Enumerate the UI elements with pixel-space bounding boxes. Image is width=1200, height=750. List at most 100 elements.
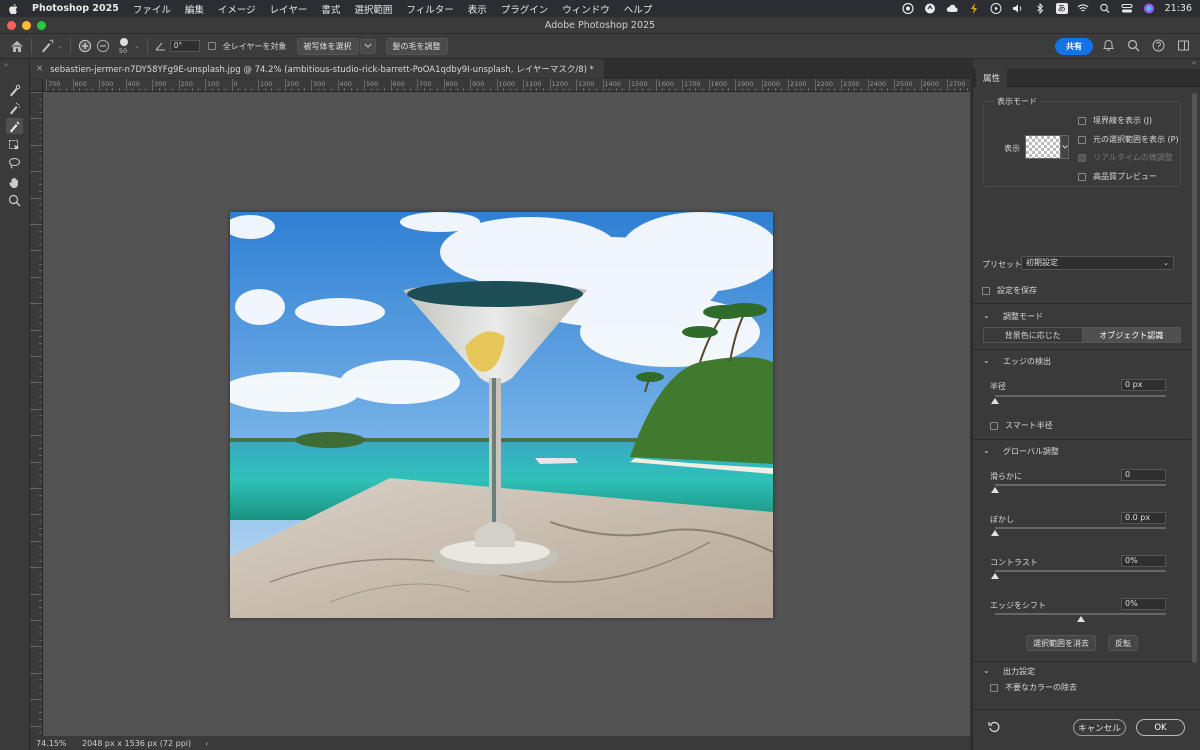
- show-edge-checkbox[interactable]: 境界線を表示 (J): [1078, 115, 1152, 126]
- menu-type[interactable]: 書式: [321, 2, 340, 16]
- save-settings-checkbox[interactable]: 設定を保存: [982, 285, 1037, 296]
- quick-selection-brush-tool[interactable]: [6, 82, 23, 98]
- cancel-button[interactable]: キャンセル: [1073, 719, 1126, 736]
- clock[interactable]: 21:36: [1165, 3, 1192, 14]
- clear-selection-button[interactable]: 選択範囲を消去: [1026, 635, 1096, 651]
- refine-edge-brush-tool[interactable]: [6, 100, 23, 116]
- preset-select[interactable]: 初期設定 ⌄: [1021, 256, 1174, 270]
- high-quality-preview-checkbox[interactable]: 高品質プレビュー: [1078, 171, 1157, 182]
- reset-icon[interactable]: [988, 721, 1000, 736]
- radius-input[interactable]: 0 px: [1121, 379, 1166, 391]
- close-window-button[interactable]: [7, 21, 16, 30]
- search-icon[interactable]: [1127, 39, 1140, 52]
- shift-edge-input[interactable]: 0%: [1121, 598, 1166, 610]
- quick-selection-tool-icon[interactable]: [39, 39, 55, 53]
- spotlight-icon[interactable]: [1099, 3, 1112, 14]
- menu-window[interactable]: ウィンドウ: [562, 2, 610, 16]
- share-button[interactable]: 共有: [1055, 38, 1093, 55]
- minimize-window-button[interactable]: [22, 21, 31, 30]
- app-menu[interactable]: Photoshop 2025: [32, 3, 119, 14]
- global-refinements-header[interactable]: ⌄ グローバル調整: [973, 446, 1191, 460]
- menu-image[interactable]: イメージ: [218, 2, 256, 16]
- contrast-slider-track[interactable]: [995, 570, 1166, 572]
- zoom-window-button[interactable]: [37, 21, 46, 30]
- lasso-tool[interactable]: [6, 155, 23, 171]
- document-tab[interactable]: × sebastien-jermer-n7DY58YFg9E-unsplash.…: [30, 59, 604, 78]
- refine-hair-button[interactable]: 髪の毛を調整: [385, 37, 448, 55]
- tool-preset-chevron-icon[interactable]: ⌄: [57, 42, 63, 50]
- collapse-panel-icon[interactable]: «: [1192, 59, 1196, 67]
- feather-slider-track[interactable]: [995, 527, 1166, 529]
- refine-mode-header[interactable]: ⌄ 調整モード: [973, 311, 1191, 325]
- zoom-level[interactable]: 74.15%: [30, 739, 70, 748]
- canvas-area[interactable]: [43, 92, 970, 736]
- color-aware-option[interactable]: 背景色に応じた: [984, 328, 1082, 342]
- brush-size-picker[interactable]: 50: [118, 37, 132, 55]
- shift-edge-slider-knob[interactable]: [1076, 616, 1085, 622]
- menu-view[interactable]: 表示: [468, 2, 487, 16]
- smooth-slider-track[interactable]: [995, 484, 1166, 486]
- select-subject-dropdown[interactable]: [359, 38, 376, 54]
- bell-icon[interactable]: [1102, 39, 1115, 52]
- ruler-origin[interactable]: [30, 79, 43, 92]
- decontaminate-colors-checkbox[interactable]: 不要なカラーの除去: [990, 682, 1077, 693]
- view-mode-dropdown[interactable]: [1061, 135, 1069, 159]
- menu-file[interactable]: ファイル: [133, 2, 171, 16]
- view-mode-thumbnail[interactable]: [1025, 135, 1061, 159]
- bluetooth-icon[interactable]: [1034, 3, 1047, 14]
- horizontal-ruler[interactable]: 700 600 500 400 300 200 100 0 100 200 300 400 500 600…: [43, 79, 970, 92]
- subtract-from-selection-icon[interactable]: [96, 39, 110, 53]
- feather-input[interactable]: 0.0 px: [1121, 512, 1166, 524]
- help-icon[interactable]: [1152, 39, 1165, 52]
- radius-slider-knob[interactable]: [991, 398, 999, 404]
- menu-edit[interactable]: 編集: [185, 2, 204, 16]
- menu-help[interactable]: ヘルプ: [624, 2, 653, 16]
- output-settings-header[interactable]: ⌄ 出力設定: [973, 666, 1191, 680]
- hand-tool[interactable]: [6, 174, 23, 190]
- apple-icon[interactable]: [8, 3, 20, 15]
- document-image[interactable]: [230, 212, 773, 618]
- volume-icon[interactable]: [1012, 3, 1025, 14]
- add-to-selection-icon[interactable]: [78, 39, 92, 53]
- shift-edge-slider-track[interactable]: [995, 613, 1166, 615]
- brush-tool[interactable]: [6, 118, 23, 134]
- vertical-ruler[interactable]: [30, 92, 43, 736]
- icloud-icon[interactable]: [946, 3, 959, 14]
- control-center-icon[interactable]: [1121, 3, 1134, 14]
- play-icon[interactable]: [990, 3, 1003, 14]
- smart-radius-checkbox[interactable]: スマート半径: [990, 420, 1053, 431]
- contrast-input[interactable]: 0%: [1121, 555, 1166, 567]
- select-subject-button[interactable]: 被写体を選択: [296, 37, 359, 55]
- smooth-input[interactable]: 0: [1121, 469, 1166, 481]
- tab-properties[interactable]: 属性: [976, 69, 1008, 87]
- menu-select[interactable]: 選択範囲: [354, 2, 392, 16]
- collapse-toolbar-icon[interactable]: »: [4, 61, 8, 69]
- close-tab-icon[interactable]: ×: [36, 64, 43, 74]
- feather-slider-knob[interactable]: [991, 530, 999, 536]
- workspace-icon[interactable]: [1177, 39, 1190, 52]
- sample-all-layers-checkbox[interactable]: 全レイヤーを対象: [207, 41, 287, 52]
- home-icon[interactable]: [10, 40, 24, 53]
- object-selection-tool[interactable]: [6, 137, 23, 153]
- brush-options-chevron-icon[interactable]: ⌄: [134, 42, 140, 50]
- realtime-refinement-checkbox[interactable]: リアルタイムの微調整: [1078, 152, 1173, 163]
- show-original-checkbox[interactable]: 元の選択範囲を表示 (P): [1078, 134, 1179, 145]
- grammarly-icon[interactable]: [924, 3, 937, 14]
- angle-input[interactable]: 0°: [169, 40, 200, 52]
- zoom-tool[interactable]: [6, 192, 23, 208]
- invert-button[interactable]: 反転: [1108, 635, 1138, 651]
- panel-scrollbar[interactable]: [1192, 93, 1197, 663]
- creative-cloud-icon[interactable]: [902, 3, 915, 14]
- menu-filter[interactable]: フィルター: [406, 2, 453, 16]
- wifi-icon[interactable]: [1077, 3, 1090, 14]
- siri-icon[interactable]: [1143, 3, 1156, 14]
- menu-layer[interactable]: レイヤー: [270, 2, 308, 16]
- menu-plugins[interactable]: プラグイン: [501, 2, 549, 16]
- status-menu-arrow-icon[interactable]: ›: [205, 739, 208, 748]
- edge-detection-header[interactable]: ⌄ エッジの検出: [973, 356, 1191, 370]
- radius-slider-track[interactable]: [995, 395, 1166, 397]
- bolt-icon[interactable]: [968, 3, 981, 14]
- input-mode-indicator[interactable]: あ: [1055, 3, 1068, 14]
- ok-button[interactable]: OK: [1136, 719, 1185, 736]
- object-aware-option[interactable]: オブジェクト認識: [1081, 328, 1180, 342]
